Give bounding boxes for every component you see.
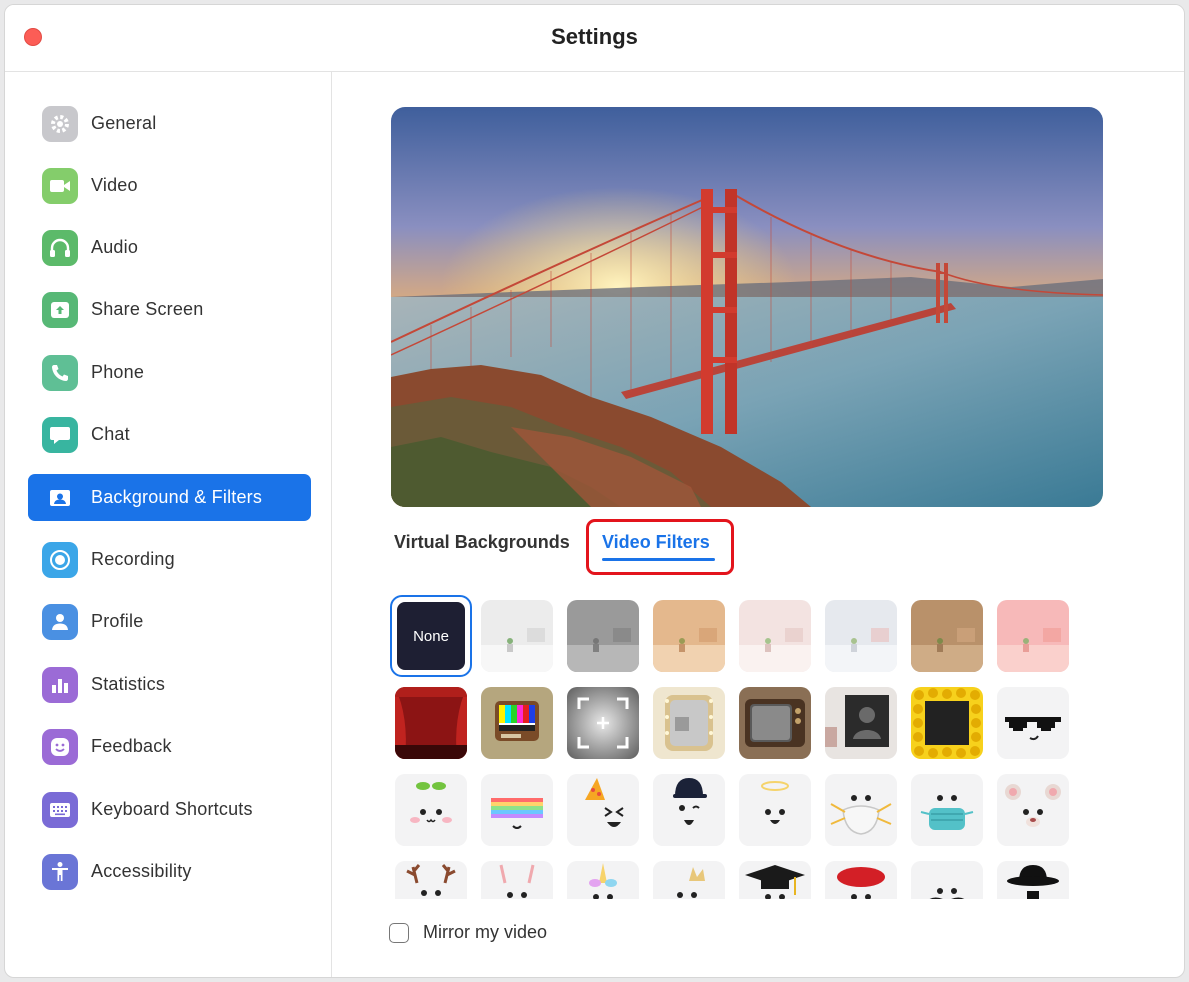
video-preview xyxy=(391,107,1103,507)
phone-icon xyxy=(42,354,78,391)
filter-pixel-sunglasses[interactable] xyxy=(997,687,1069,759)
sidebar-item-label: Background & Filters xyxy=(91,487,263,507)
filter-brown-room[interactable] xyxy=(911,600,983,672)
record-icon xyxy=(42,541,78,578)
annotation-highlight-box xyxy=(586,519,734,575)
mirror-video-option[interactable]: Mirror my video xyxy=(389,922,547,943)
filter-baseball-cap[interactable] xyxy=(653,774,725,846)
sidebar-item-label: Profile xyxy=(91,611,144,631)
keyboard-icon xyxy=(42,791,78,828)
filter-grid: None xyxy=(390,595,1080,899)
sidebar-item-label: Keyboard Shortcuts xyxy=(91,799,253,819)
tab-virtual-backgrounds[interactable]: Virtual Backgrounds xyxy=(394,532,570,553)
filter-reindeer-antlers[interactable] xyxy=(395,861,467,899)
sidebar-item-label: Accessibility xyxy=(91,861,192,881)
sidebar-item-audio[interactable]: Audio xyxy=(28,224,311,271)
mirror-video-label: Mirror my video xyxy=(423,922,548,942)
profile-icon xyxy=(42,603,78,640)
sidebar-item-video[interactable]: Video xyxy=(28,162,311,209)
filter-light-pink-room[interactable] xyxy=(739,600,811,672)
sidebar-item-general[interactable]: General xyxy=(28,100,311,147)
filter-fedora[interactable] xyxy=(997,861,1069,899)
sidebar-item-phone[interactable]: Phone xyxy=(28,349,311,396)
filter-old-tv[interactable] xyxy=(739,687,811,759)
filter-none-label: None xyxy=(397,602,465,670)
filter-party-hat[interactable] xyxy=(567,774,639,846)
sidebar-item-label: General xyxy=(91,113,157,133)
sidebar-item-label: Phone xyxy=(91,362,145,382)
filter-tan-room[interactable] xyxy=(653,600,725,672)
window-title: Settings xyxy=(551,24,638,49)
filter-pink-room[interactable] xyxy=(997,600,1069,672)
video-camera-icon xyxy=(42,167,78,204)
filter-unicorn-horn[interactable] xyxy=(567,861,639,899)
filter-surgical-mask[interactable] xyxy=(911,774,983,846)
filter-light-blue-room[interactable] xyxy=(825,600,897,672)
filter-bear-ears[interactable] xyxy=(997,774,1069,846)
sidebar-item-label: Video xyxy=(91,175,138,195)
sidebar-item-recording[interactable]: Recording xyxy=(28,536,311,583)
filter-beret[interactable] xyxy=(825,861,897,899)
bridge-landscape-image xyxy=(391,107,1103,507)
filter-emoji-frame[interactable] xyxy=(911,687,983,759)
smiley-icon xyxy=(42,728,78,765)
title-bar: Settings xyxy=(5,5,1184,72)
filter-sprout[interactable] xyxy=(395,774,467,846)
sidebar-item-share-screen[interactable]: Share Screen xyxy=(28,286,311,333)
mirror-video-checkbox[interactable] xyxy=(389,922,409,943)
sidebar-item-keyboard-shortcuts[interactable]: Keyboard Shortcuts xyxy=(28,786,311,833)
accessibility-icon xyxy=(42,853,78,890)
gear-icon xyxy=(42,105,78,142)
filter-halo[interactable] xyxy=(739,774,811,846)
sidebar-item-background-filters[interactable]: Background & Filters xyxy=(28,474,311,521)
filter-picture-frame-room[interactable] xyxy=(825,687,897,759)
filter-graduation-cap[interactable] xyxy=(739,861,811,899)
filter-crown[interactable] xyxy=(653,861,725,899)
sidebar-item-label: Share Screen xyxy=(91,299,204,319)
sidebar-item-profile[interactable]: Profile xyxy=(28,598,311,645)
sidebar-item-chat[interactable]: Chat xyxy=(28,411,311,458)
sidebar-item-label: Statistics xyxy=(91,674,166,694)
filter-rainbow-visor[interactable] xyxy=(481,774,553,846)
filter-white-room[interactable] xyxy=(481,600,553,672)
chat-bubble-icon xyxy=(42,416,78,453)
sidebar-item-feedback[interactable]: Feedback xyxy=(28,723,311,770)
filter-gray-room[interactable] xyxy=(567,600,639,672)
bar-chart-icon xyxy=(42,666,78,703)
sidebar-item-label: Recording xyxy=(91,549,175,569)
sidebar-item-accessibility[interactable]: Accessibility xyxy=(28,848,311,895)
filter-none[interactable]: None xyxy=(390,595,472,677)
sidebar-item-label: Chat xyxy=(91,424,130,444)
settings-sidebar: General Video Audio Share Screen Phone C… xyxy=(5,72,332,977)
share-screen-icon xyxy=(42,291,78,328)
person-portrait-icon xyxy=(44,482,76,514)
settings-window: Settings General Video Audio Share Scree… xyxy=(4,4,1185,978)
filter-camera-frame[interactable] xyxy=(567,687,639,759)
filter-bunny-ears[interactable] xyxy=(481,861,553,899)
headphones-icon xyxy=(42,229,78,266)
filter-mustache[interactable] xyxy=(911,861,983,899)
sidebar-item-statistics[interactable]: Statistics xyxy=(28,661,311,708)
filter-retro-tv-test-pattern[interactable] xyxy=(481,687,553,759)
filter-n95-mask[interactable] xyxy=(825,774,897,846)
filter-vanity-mirror[interactable] xyxy=(653,687,725,759)
sidebar-item-label: Feedback xyxy=(91,736,172,756)
sidebar-item-label: Audio xyxy=(91,237,139,257)
filter-theater-curtain[interactable] xyxy=(395,687,467,759)
